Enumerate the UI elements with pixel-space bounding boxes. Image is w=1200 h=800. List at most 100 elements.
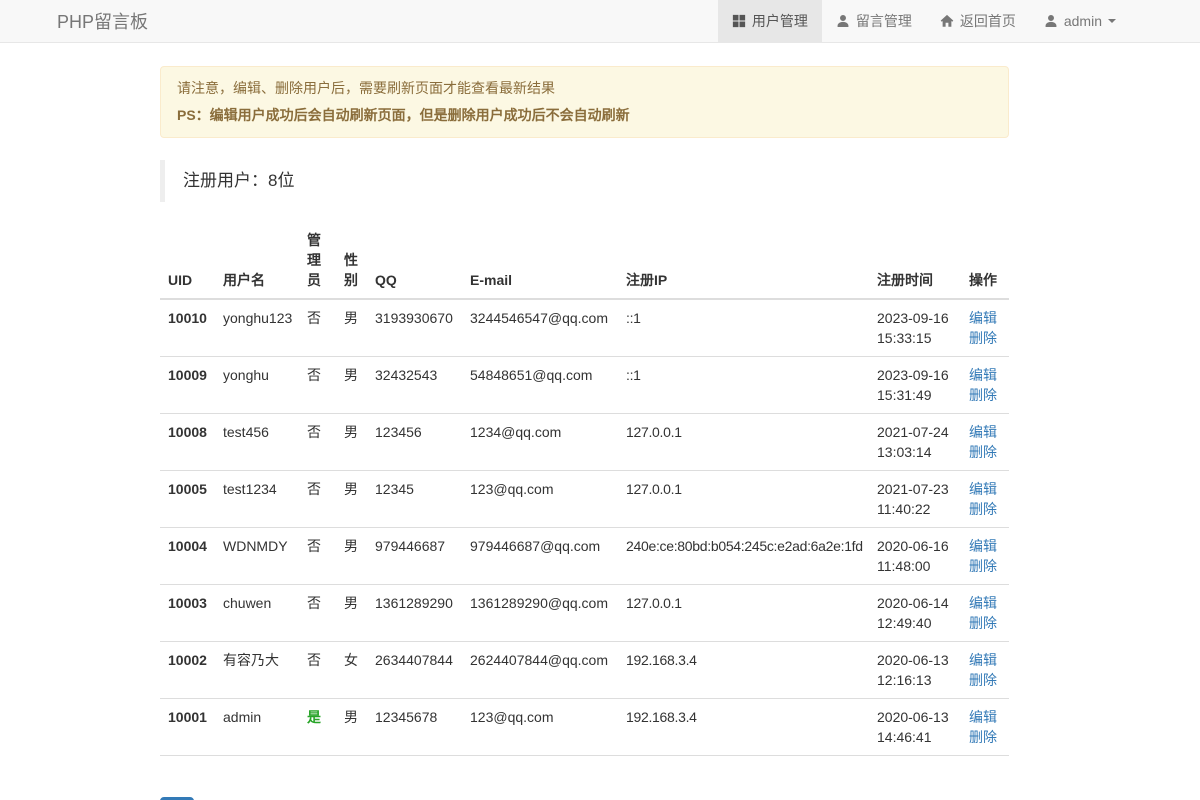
email-cell: 1234@qq.com bbox=[462, 414, 618, 471]
ops-cell: 编辑删除 bbox=[961, 357, 1009, 414]
alert-line1: 请注意，编辑、删除用户后，需要刷新页面才能查看最新结果 bbox=[177, 78, 992, 99]
admin-cell: 否 bbox=[299, 357, 336, 414]
uid-cell: 10002 bbox=[160, 642, 215, 699]
ops-cell: 编辑删除 bbox=[961, 471, 1009, 528]
uid-cell: 10004 bbox=[160, 528, 215, 585]
edit-link[interactable]: 编辑 bbox=[969, 593, 1001, 613]
gender-cell: 男 bbox=[336, 414, 367, 471]
col-header-qq: QQ bbox=[367, 222, 462, 299]
delete-link[interactable]: 删除 bbox=[969, 613, 1001, 633]
gender-cell: 男 bbox=[336, 699, 367, 756]
table-row: 10005test1234否男12345123@qq.com127.0.0.12… bbox=[160, 471, 1009, 528]
time-cell: 2020-06-16 11:48:00 bbox=[869, 528, 961, 585]
admin-cell: 否 bbox=[299, 585, 336, 642]
ops-cell: 编辑删除 bbox=[961, 642, 1009, 699]
admin-cell: 否 bbox=[299, 528, 336, 585]
table-header-row: UID 用户名 管理员 性别 QQ E-mail 注册IP 注册时间 操作 bbox=[160, 222, 1009, 299]
page-title: 注册用户：8位 bbox=[160, 160, 1009, 202]
user-icon bbox=[836, 14, 850, 28]
delete-link[interactable]: 删除 bbox=[969, 499, 1001, 519]
nav-item-message-management[interactable]: 留言管理 bbox=[822, 0, 926, 42]
username-cell: WDNMDY bbox=[215, 528, 299, 585]
username-cell: admin bbox=[215, 699, 299, 756]
qq-cell: 2634407844 bbox=[367, 642, 462, 699]
time-cell: 2023-09-16 15:31:49 bbox=[869, 357, 961, 414]
ip-cell: 192.168.3.4 bbox=[618, 642, 869, 699]
uid-cell: 10003 bbox=[160, 585, 215, 642]
qq-cell: 12345678 bbox=[367, 699, 462, 756]
delete-link[interactable]: 删除 bbox=[969, 727, 1001, 747]
ops-cell: 编辑删除 bbox=[961, 699, 1009, 756]
col-header-email: E-mail bbox=[462, 222, 618, 299]
username-cell: test1234 bbox=[215, 471, 299, 528]
email-cell: 2624407844@qq.com bbox=[462, 642, 618, 699]
edit-link[interactable]: 编辑 bbox=[969, 308, 1001, 328]
email-cell: 979446687@qq.com bbox=[462, 528, 618, 585]
table-row: 10008test456否男1234561234@qq.com127.0.0.1… bbox=[160, 414, 1009, 471]
qq-cell: 32432543 bbox=[367, 357, 462, 414]
uid-cell: 10001 bbox=[160, 699, 215, 756]
edit-link[interactable]: 编辑 bbox=[969, 422, 1001, 442]
nav-menu: 用户管理 留言管理 返回首页 admin bbox=[718, 0, 1130, 42]
ip-cell: 127.0.0.1 bbox=[618, 471, 869, 528]
col-header-ops: 操作 bbox=[961, 222, 1009, 299]
ops-cell: 编辑删除 bbox=[961, 414, 1009, 471]
delete-link[interactable]: 删除 bbox=[969, 556, 1001, 576]
table-row: 10009yonghu否男3243254354848651@qq.com::12… bbox=[160, 357, 1009, 414]
qq-cell: 1361289290 bbox=[367, 585, 462, 642]
table-row: 10004WDNMDY否男979446687979446687@qq.com24… bbox=[160, 528, 1009, 585]
uid-cell: 10010 bbox=[160, 299, 215, 357]
edit-link[interactable]: 编辑 bbox=[969, 479, 1001, 499]
username-cell: 有容乃大 bbox=[215, 642, 299, 699]
time-cell: 2023-09-16 15:33:15 bbox=[869, 299, 961, 357]
username-cell: yonghu bbox=[215, 357, 299, 414]
col-header-time: 注册时间 bbox=[869, 222, 961, 299]
caret-down-icon bbox=[1108, 19, 1116, 23]
time-cell: 2021-07-23 11:40:22 bbox=[869, 471, 961, 528]
delete-link[interactable]: 删除 bbox=[969, 328, 1001, 348]
table-row: 10002有容乃大否女26344078442624407844@qq.com19… bbox=[160, 642, 1009, 699]
alert-line2: PS：编辑用户成功后会自动刷新页面，但是删除用户成功后不会自动刷新 bbox=[177, 105, 992, 126]
col-header-ip: 注册IP bbox=[618, 222, 869, 299]
time-cell: 2021-07-24 13:03:14 bbox=[869, 414, 961, 471]
main-content: 请注意，编辑、删除用户后，需要刷新页面才能查看最新结果 PS：编辑用户成功后会自… bbox=[160, 66, 1009, 800]
ops-cell: 编辑删除 bbox=[961, 585, 1009, 642]
admin-cell: 是 bbox=[299, 699, 336, 756]
email-cell: 3244546547@qq.com bbox=[462, 299, 618, 357]
ip-cell: 192.168.3.4 bbox=[618, 699, 869, 756]
ip-cell: ::1 bbox=[618, 357, 869, 414]
admin-cell: 否 bbox=[299, 642, 336, 699]
time-cell: 2020-06-14 12:49:40 bbox=[869, 585, 961, 642]
col-header-username: 用户名 bbox=[215, 222, 299, 299]
brand-title[interactable]: PHP留言板 bbox=[57, 0, 148, 42]
edit-link[interactable]: 编辑 bbox=[969, 707, 1001, 727]
qq-cell: 979446687 bbox=[367, 528, 462, 585]
uid-cell: 10005 bbox=[160, 471, 215, 528]
time-cell: 2020-06-13 14:46:41 bbox=[869, 699, 961, 756]
edit-link[interactable]: 编辑 bbox=[969, 365, 1001, 385]
grid-icon bbox=[732, 14, 746, 28]
nav-item-label: 用户管理 bbox=[752, 11, 808, 31]
edit-link[interactable]: 编辑 bbox=[969, 650, 1001, 670]
qq-cell: 12345 bbox=[367, 471, 462, 528]
admin-cell: 否 bbox=[299, 299, 336, 357]
gender-cell: 男 bbox=[336, 471, 367, 528]
delete-link[interactable]: 删除 bbox=[969, 670, 1001, 690]
username-cell: chuwen bbox=[215, 585, 299, 642]
delete-link[interactable]: 删除 bbox=[969, 385, 1001, 405]
nav-item-account-dropdown[interactable]: admin bbox=[1030, 0, 1130, 42]
email-cell: 123@qq.com bbox=[462, 699, 618, 756]
gender-cell: 男 bbox=[336, 357, 367, 414]
edit-link[interactable]: 编辑 bbox=[969, 536, 1001, 556]
nav-item-back-home[interactable]: 返回首页 bbox=[926, 0, 1030, 42]
nav-item-user-management[interactable]: 用户管理 bbox=[718, 0, 822, 42]
table-row: 10003chuwen否男13612892901361289290@qq.com… bbox=[160, 585, 1009, 642]
col-header-gender: 性别 bbox=[336, 222, 367, 299]
qq-cell: 123456 bbox=[367, 414, 462, 471]
admin-cell: 否 bbox=[299, 414, 336, 471]
uid-cell: 10009 bbox=[160, 357, 215, 414]
col-header-uid: UID bbox=[160, 222, 215, 299]
warning-alert: 请注意，编辑、删除用户后，需要刷新页面才能查看最新结果 PS：编辑用户成功后会自… bbox=[160, 66, 1009, 138]
delete-link[interactable]: 删除 bbox=[969, 442, 1001, 462]
gender-cell: 男 bbox=[336, 528, 367, 585]
